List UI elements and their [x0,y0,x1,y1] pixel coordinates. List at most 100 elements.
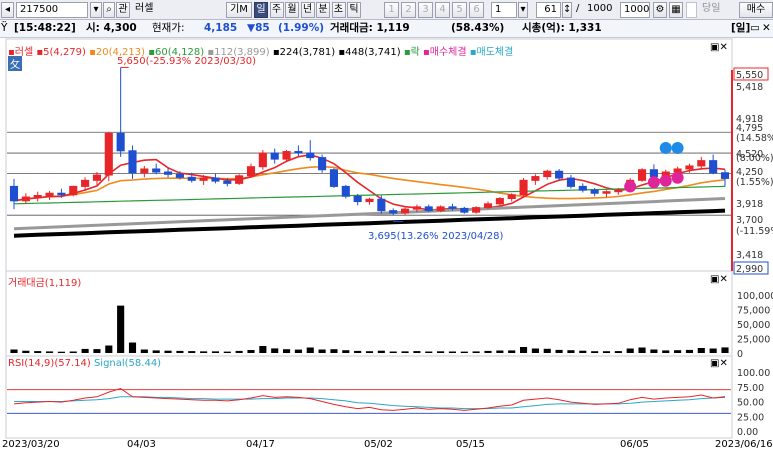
volume-bar [709,348,717,353]
volume-bar [365,351,374,353]
volume-bar [306,347,314,353]
candle-body [140,168,149,174]
volume-bar [247,350,255,353]
volume-bar [484,350,492,353]
price-axis-label: (8.00%) [736,153,773,164]
candle-body [412,206,421,210]
volume-axis-label: 25,000 [737,335,770,346]
price-axis-label: (1.55%) [736,177,773,188]
legend-item: ▪매도체결 [469,47,514,58]
rsi-legend-signal: Signal(58.44) [93,358,162,369]
low-note: 3,695(13.26% 2023/04/28) [368,231,504,242]
candle-body [223,180,232,184]
volume-bar [674,350,682,353]
volume-bar [259,346,267,353]
candle-body [566,177,576,187]
candle-body [92,174,102,181]
buy-marker [671,171,684,184]
legend-item: ▪매수체결 [422,47,470,58]
candle-body [448,206,457,209]
candle-body [163,171,173,175]
volume-bar [330,349,338,353]
price-legend: ▪러셀 ▪5(4,279) ▪20(4,213) ▪60(4,128) ▪112… [8,43,513,58]
volume-bar [117,305,125,353]
gear-icon[interactable]: 攵 [8,56,22,71]
candle-body [673,168,682,173]
volume-bar [105,345,113,353]
price-axis-label: 3,918 [736,199,763,210]
date-label: 04/03 [127,439,156,450]
volume-bar [460,351,468,353]
date-label: 06/05 [620,439,649,450]
candle-body [57,192,66,196]
stock-chart[interactable]: 100,000 75,000 50,000 25,000 0 100.00 75.00 50… [0,0,773,455]
candle-body [318,157,327,171]
candle-body [460,207,469,213]
volume-bar [34,351,42,353]
volume-bar [555,349,563,353]
volume-bar [519,347,528,353]
rsi-line [13,387,726,411]
buy-marker [647,176,660,189]
volume-bar [200,351,208,353]
volume-bar [45,351,54,353]
candle-body [104,132,113,176]
date-label: 05/15 [456,439,485,450]
rsi-legend: RSI(14,9)(57.14) Signal(58.44) [8,358,161,369]
candle-body [483,203,493,209]
volume-bar [579,350,587,353]
volume-bar [721,347,729,353]
candle-body [590,189,599,194]
buy-marker [659,174,672,187]
candle-body [555,170,564,179]
panel-restore-icon[interactable]: ▣✕ [710,42,728,53]
volume-bar [140,349,148,353]
volume-bar [602,351,611,353]
rsi-axis-label: 75.00 [737,383,764,394]
candle-body [519,179,528,196]
sell-marker [659,142,672,155]
candle-body [187,176,196,181]
volume-bar [413,351,421,353]
volume-bar [508,350,516,353]
signal-line [14,396,726,410]
candle-body [9,185,19,202]
candle-body [235,175,244,184]
volume-bar [614,351,622,353]
volume-bar [638,347,646,353]
candle-body [21,196,30,202]
volume-bar [211,351,220,353]
volume-bar [282,349,291,353]
volume-legend: 거래대금(1,119) [8,278,82,289]
candle-body [199,177,208,181]
volume-bar [448,351,457,353]
volume-bar [472,351,480,353]
rsi-panel-controls-icon[interactable]: ▣✕ [710,358,728,369]
candle-body [246,166,256,177]
candle-body [697,160,706,167]
candle-body [543,170,552,178]
candle-body [152,168,161,173]
volume-panel-controls-icon[interactable]: ▣✕ [710,274,728,285]
volume-bar [685,349,694,353]
date-label: 05/02 [364,439,393,450]
candle-body [389,210,398,214]
volume-bar [93,349,101,353]
candle-body [45,192,54,196]
candle-body [282,151,291,160]
volume-bar [401,351,409,353]
volume-bar [662,350,670,353]
volume-panel-frame [5,270,733,357]
candle-body [637,169,647,181]
legend-item: ▪5(4,279) [36,47,90,58]
high-note: 5,650(-25.93% 2023/03/30) [117,56,256,67]
volume-bar [591,351,599,353]
candle-body [33,194,42,198]
volume-bar [223,351,231,353]
candle-body [602,191,611,194]
price-axis-label: 3,700 [736,215,763,226]
volume-bar [342,350,350,353]
volume-bar [697,348,705,353]
rsi-legend-rsi: RSI(14,9)(57.14) [8,358,91,369]
candle-body [472,207,481,213]
